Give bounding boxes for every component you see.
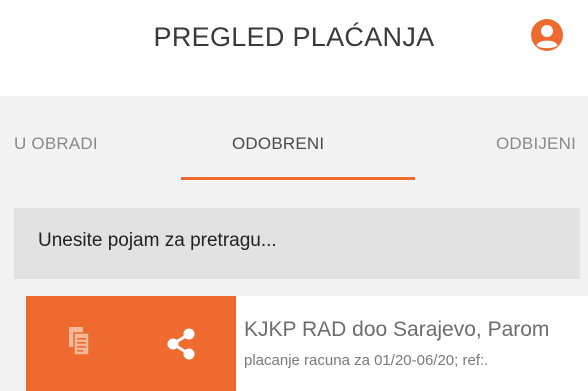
payments-content: KJKP RAD doo Sarajevo, Parom placanje ra… (0, 192, 588, 391)
copy-document-icon[interactable] (68, 326, 90, 356)
app-header: PREGLED PLAĆANJA (0, 0, 588, 88)
payment-item-body: KJKP RAD doo Sarajevo, Parom placanje ra… (244, 296, 588, 391)
search-input[interactable] (38, 230, 538, 252)
status-tabs: U OBRADI ODOBRENI ODBIJENI (0, 96, 588, 192)
payment-item-actions (26, 296, 236, 391)
payment-recipient: KJKP RAD doo Sarajevo, Parom (244, 318, 550, 341)
tab-processing[interactable]: U OBRADI (14, 134, 98, 154)
payment-item[interactable]: KJKP RAD doo Sarajevo, Parom placanje ra… (26, 296, 588, 391)
user-circle-icon[interactable] (530, 18, 564, 52)
page-title: PREGLED PLAĆANJA (153, 22, 435, 52)
share-icon[interactable] (166, 328, 196, 360)
tab-approved[interactable]: ODOBRENI (232, 134, 324, 154)
active-tab-indicator (181, 177, 415, 180)
tab-rejected[interactable]: ODBIJENI (496, 134, 576, 154)
payment-description: placanje racuna za 01/20-06/20; ref:. (244, 352, 489, 369)
search-box[interactable] (14, 208, 580, 279)
